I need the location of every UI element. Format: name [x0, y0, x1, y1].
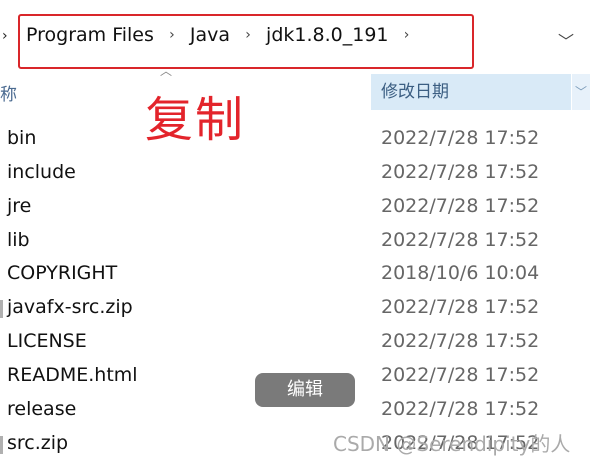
file-name: COPYRIGHT — [7, 262, 118, 284]
file-row[interactable]: jre 2022/7/28 17:52 — [0, 191, 590, 225]
file-row[interactable]: COPYRIGHT 2018/10/6 10:04 — [0, 258, 590, 292]
edit-tooltip: 编辑 — [255, 373, 355, 407]
file-date: 2022/7/28 17:52 — [381, 330, 540, 352]
column-header-date[interactable]: 修改日期 — [371, 74, 571, 110]
file-date: 2022/7/28 17:52 — [381, 398, 540, 420]
file-row[interactable]: LICENSE 2022/7/28 17:52 — [0, 326, 590, 360]
file-date: 2022/7/28 17:52 — [381, 229, 540, 251]
file-date: 2022/7/28 17:52 — [381, 195, 540, 217]
file-name: bin — [7, 127, 37, 149]
file-row[interactable]: include 2022/7/28 17:52 — [0, 157, 590, 191]
file-date: 2022/7/28 17:52 — [381, 296, 540, 318]
file-date: 2022/7/28 17:52 — [381, 364, 540, 386]
file-name: lib — [7, 229, 30, 251]
file-name: README.html — [7, 364, 138, 386]
chevron-down-icon[interactable]: ﹀ — [558, 28, 574, 52]
chevron-right-icon[interactable]: › — [2, 28, 8, 44]
file-name: release — [7, 398, 77, 420]
file-row[interactable]: javafx-src.zip 2022/7/28 17:52 — [0, 292, 590, 326]
file-icon — [0, 436, 3, 454]
file-name: include — [7, 161, 76, 183]
watermark: CSDN @Serendipity的人 — [333, 432, 571, 456]
file-date: 2022/7/28 17:52 — [381, 127, 540, 149]
file-date: 2022/7/28 17:52 — [381, 161, 540, 183]
file-row[interactable]: bin 2022/7/28 17:52 — [0, 123, 590, 157]
sort-up-icon: ︿ — [160, 64, 173, 78]
file-name: javafx-src.zip — [7, 296, 133, 318]
file-icon — [0, 300, 3, 318]
column-menu-icon[interactable]: ﹀ — [572, 74, 590, 110]
file-date: 2018/10/6 10:04 — [381, 262, 540, 284]
file-name: LICENSE — [7, 330, 87, 352]
file-name: jre — [7, 195, 32, 217]
file-name: src.zip — [7, 432, 69, 454]
file-row[interactable]: lib 2022/7/28 17:52 — [0, 225, 590, 259]
address-highlight-box — [18, 14, 474, 69]
